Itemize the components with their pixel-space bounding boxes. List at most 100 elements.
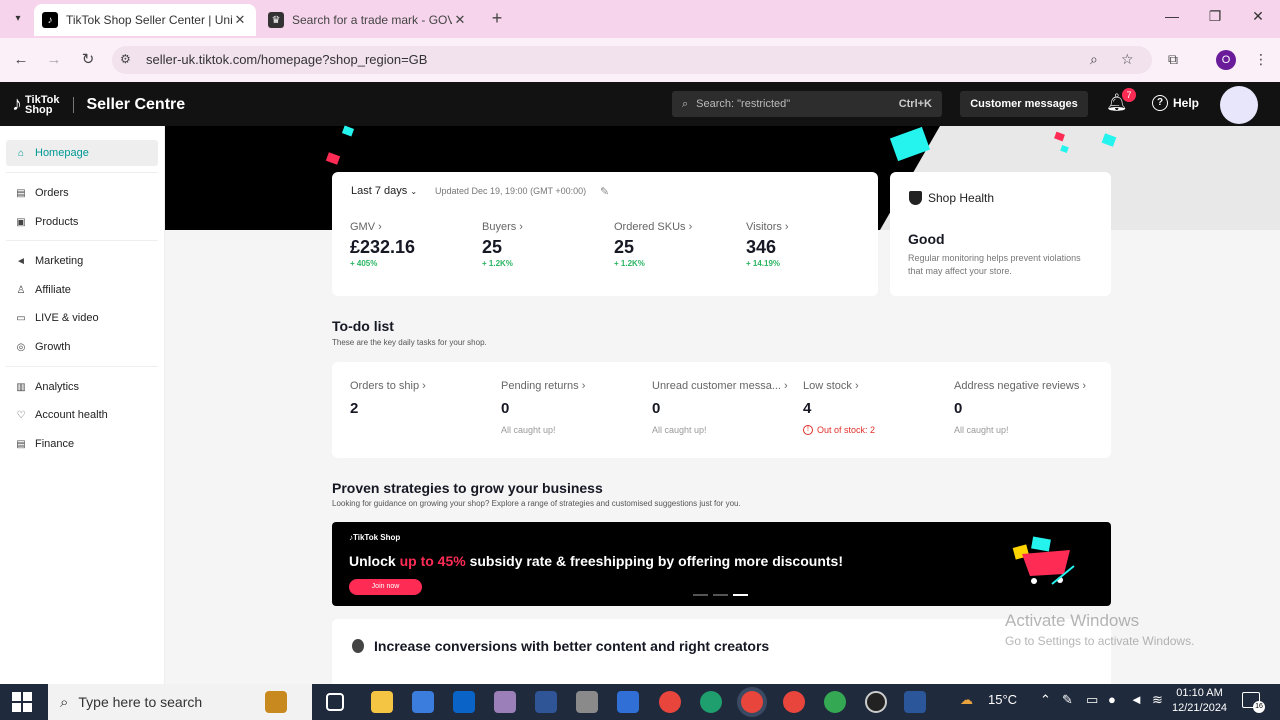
browser-menu-icon[interactable]: ⋮ xyxy=(1254,51,1268,68)
sidebar-item-label: Homepage xyxy=(35,147,89,159)
kpi-change: + 14.19% xyxy=(746,259,781,268)
new-tab-button[interactable]: + xyxy=(486,8,508,30)
todo-unread-messages[interactable]: Unread customer messa... › 0 All caught … xyxy=(652,380,788,435)
join-now-button[interactable]: Join now xyxy=(349,579,422,595)
outlook-icon[interactable] xyxy=(453,691,475,713)
conversions-title-text: Increase conversions with better content… xyxy=(374,638,770,654)
carousel-dot[interactable] xyxy=(713,594,728,596)
tiktok-shop-logo[interactable]: ♪ TikTok Shop Seller Centre xyxy=(12,93,185,116)
edge-icon[interactable] xyxy=(700,691,722,713)
search-icon: ⌕ xyxy=(682,97,689,110)
global-search-input[interactable]: ⌕ Search: "restricted" Ctrl+K xyxy=(672,91,942,117)
watermark-line2: Go to Settings to activate Windows. xyxy=(1005,634,1195,648)
microphone-icon[interactable]: ● xyxy=(1108,692,1116,707)
weather-icon[interactable]: ☁ xyxy=(960,692,973,708)
kpi-ordered-skus[interactable]: Ordered SKUs › 25 + 1.2K% xyxy=(614,221,692,268)
help-button[interactable]: ? Help xyxy=(1152,95,1199,111)
show-hidden-icons[interactable]: ⌃ xyxy=(1040,692,1051,708)
sidebar-item-account-health[interactable]: ♡ Account health xyxy=(6,402,158,428)
todo-negative-reviews[interactable]: Address negative reviews › 0 All caught … xyxy=(954,380,1086,435)
reload-button[interactable]: ↻ xyxy=(77,50,99,70)
restore-button[interactable]: ❐ xyxy=(1203,8,1227,28)
period-dropdown[interactable]: Last 7 days ⌄ xyxy=(351,185,417,197)
temperature[interactable]: 15°C xyxy=(988,692,1017,707)
chrome-icon[interactable] xyxy=(824,691,846,713)
sidebar-item-marketing[interactable]: ◄ Marketing xyxy=(6,248,158,274)
windows-start-icon[interactable] xyxy=(12,692,32,712)
word-icon[interactable] xyxy=(904,691,926,713)
briefcase-icon[interactable] xyxy=(265,691,287,713)
close-icon[interactable]: ✕ xyxy=(232,12,248,28)
app-icon[interactable] xyxy=(617,691,639,713)
kpi-gmv[interactable]: GMV › £232.16 + 405% xyxy=(350,221,415,268)
url-text[interactable]: seller-uk.tiktok.com/homepage?shop_regio… xyxy=(146,52,427,67)
gov-favicon: ♛ xyxy=(268,12,284,28)
tab-search-button[interactable]: ▾ xyxy=(8,9,28,29)
chrome-icon[interactable] xyxy=(741,691,763,713)
kpi-change: + 1.2K% xyxy=(614,259,645,268)
bookmark-star-icon[interactable]: ☆ xyxy=(1121,51,1134,68)
video-icon: ▭ xyxy=(16,312,26,324)
kpi-buyers[interactable]: Buyers › 25 + 1.2K% xyxy=(482,221,523,268)
sidebar-item-label: Analytics xyxy=(35,381,80,393)
carousel-dot-active[interactable] xyxy=(733,594,748,596)
notification-center-icon[interactable]: 16 xyxy=(1242,692,1265,713)
promo-banner[interactable]: ♪TikTok Shop Unlock up to 45% subsidy ra… xyxy=(332,522,1111,606)
battery-icon[interactable]: ▭ xyxy=(1086,692,1098,708)
sidebar-item-live-video[interactable]: ▭ LIVE & video xyxy=(6,305,158,331)
help-label: Help xyxy=(1173,96,1200,110)
carousel-dot[interactable] xyxy=(693,594,708,596)
todo-pending-returns[interactable]: Pending returns › 0 All caught up! xyxy=(501,380,585,435)
taskbar-clock[interactable]: 01:10 AM 12/21/2024 xyxy=(1172,686,1227,716)
task-view-icon[interactable] xyxy=(326,693,344,711)
volume-icon[interactable]: ◄ xyxy=(1130,692,1143,707)
sidebar-item-finance[interactable]: ▤ Finance xyxy=(6,431,158,457)
store-icon[interactable] xyxy=(412,691,434,713)
sidebar-item-analytics[interactable]: ▥ Analytics xyxy=(6,374,158,400)
sidebar-item-products[interactable]: ▣ Products xyxy=(6,209,158,235)
shop-health-label: Shop Health xyxy=(928,191,995,205)
sidebar-item-homepage[interactable]: ⌂ Homepage xyxy=(6,140,158,166)
back-button[interactable]: ← xyxy=(10,50,32,70)
profile-avatar[interactable]: O xyxy=(1216,50,1236,70)
kpi-change: + 405% xyxy=(350,259,378,268)
forward-button[interactable]: → xyxy=(43,50,65,70)
extensions-icon[interactable]: ⧉ xyxy=(1168,51,1178,68)
app-icon[interactable] xyxy=(576,691,598,713)
sidebar-item-orders[interactable]: ▤ Orders xyxy=(6,180,158,206)
todo-orders-to-ship[interactable]: Orders to ship › 2 xyxy=(350,380,426,417)
sidebar-item-affiliate[interactable]: ♙ Affiliate xyxy=(6,277,158,303)
site-info-icon[interactable]: ⚙ xyxy=(120,52,131,66)
wifi-icon[interactable]: ≋ xyxy=(1152,692,1163,708)
sidebar-item-label: Finance xyxy=(35,438,75,450)
zoom-icon[interactable]: ⌕ xyxy=(1090,51,1098,68)
tab-tiktok-seller[interactable]: ♪ TikTok Shop Seller Center | Unit ✕ xyxy=(34,4,256,36)
chrome-icon[interactable] xyxy=(659,691,681,713)
app-icon[interactable] xyxy=(494,691,516,713)
health-icon: ♡ xyxy=(16,409,26,421)
banner-text-pre: Unlock xyxy=(349,553,400,569)
customer-messages-button[interactable]: Customer messages xyxy=(960,91,1088,117)
kpi-visitors[interactable]: Visitors › 346 + 14.19% xyxy=(746,221,789,268)
file-explorer-icon[interactable] xyxy=(371,691,393,713)
pen-icon[interactable]: ✎ xyxy=(1062,692,1073,708)
search-placeholder: Search: "restricted" xyxy=(696,98,791,110)
edit-icon[interactable]: ✎ xyxy=(600,185,609,198)
kpi-label: Visitors xyxy=(746,221,782,233)
app-icon[interactable] xyxy=(535,691,557,713)
close-icon[interactable]: ✕ xyxy=(452,12,468,28)
tab-gov-trademark[interactable]: ♛ Search for a trade mark - GOV.U ✕ xyxy=(258,4,478,36)
close-window-button[interactable]: ✕ xyxy=(1246,8,1270,28)
todo-label: Address negative reviews xyxy=(954,380,1080,392)
tiktok-logo-icon: ♪ xyxy=(12,93,22,115)
sidebar-item-growth[interactable]: ◎ Growth xyxy=(6,334,158,360)
lightbulb-icon xyxy=(352,639,364,653)
activate-windows-watermark: Activate Windows Go to Settings to activ… xyxy=(1005,611,1194,648)
minimize-button[interactable]: — xyxy=(1160,8,1184,28)
sidebar-item-label: Orders xyxy=(35,187,69,199)
chrome-icon[interactable] xyxy=(783,691,805,713)
kpi-value: 25 xyxy=(614,237,635,257)
app-icon[interactable] xyxy=(865,691,887,713)
todo-low-stock[interactable]: Low stock › 4 ! Out of stock: 2 xyxy=(803,380,875,435)
avatar[interactable] xyxy=(1220,86,1258,124)
